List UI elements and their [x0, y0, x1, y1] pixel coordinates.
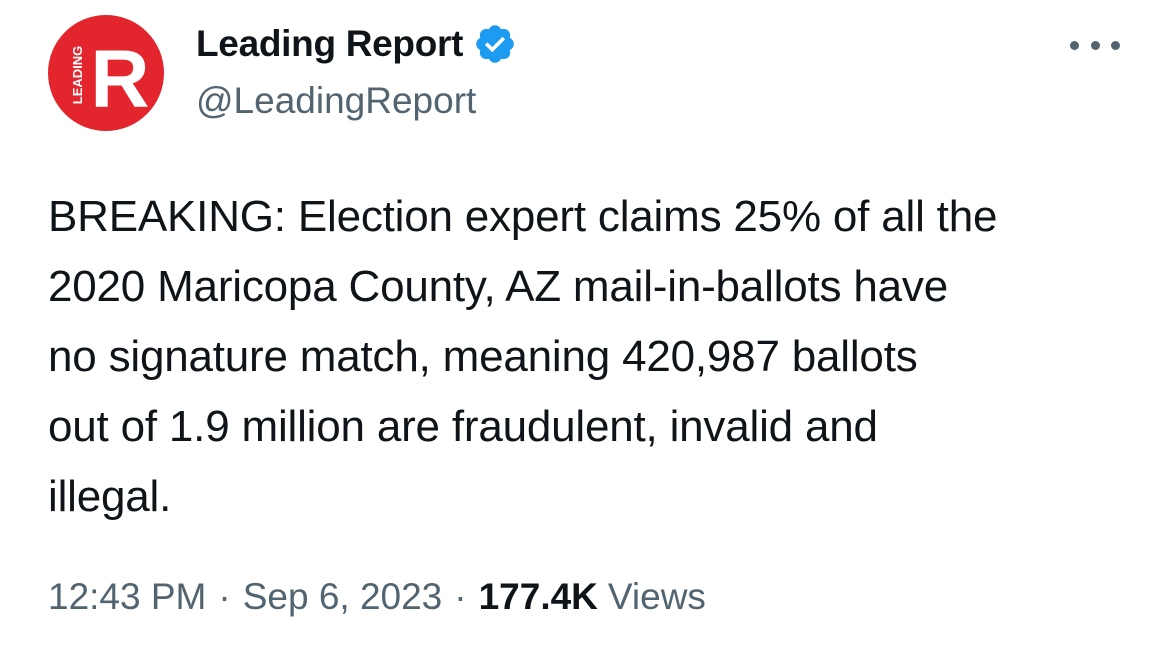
meta-separator: · [218, 576, 231, 617]
more-options-icon[interactable] [1070, 30, 1120, 60]
tweet-text-line: out of 1.9 million are fraudulent, inval… [48, 402, 878, 451]
views-label: Views [607, 576, 706, 617]
tweet-text-line: illegal. [48, 472, 172, 521]
tweet-date[interactable]: Sep 6, 2023 [243, 576, 443, 618]
leading-report-logo: LEADING R [48, 15, 164, 131]
avatar[interactable]: LEADING R [48, 15, 164, 131]
verified-badge-icon [473, 22, 517, 66]
handle[interactable]: @LeadingReport [196, 80, 517, 122]
tweet-text: BREAKING: Election expert claims 25% of … [48, 182, 1138, 532]
display-name[interactable]: Leading Report [196, 23, 463, 65]
svg-text:R: R [90, 34, 149, 125]
tweet-text-line: 2020 Maricopa County, AZ mail-in-ballots… [48, 262, 948, 311]
tweet-text-line: BREAKING: Election expert claims 25% of … [48, 192, 998, 241]
name-row: Leading Report [196, 20, 517, 68]
tweet-time[interactable]: 12:43 PM [48, 576, 206, 618]
svg-text:LEADING: LEADING [70, 46, 85, 105]
meta-separator: · [454, 576, 467, 617]
tweet: LEADING R Leading Report @LeadingReport … [0, 0, 1170, 666]
tweet-text-line: no signature match, meaning 420,987 ball… [48, 332, 918, 381]
views-count[interactable]: 177.4K [479, 576, 598, 618]
tweet-meta: 12:43 PM · Sep 6, 2023 · 177.4K Views [48, 576, 706, 618]
author-block: Leading Report @LeadingReport [196, 20, 517, 122]
